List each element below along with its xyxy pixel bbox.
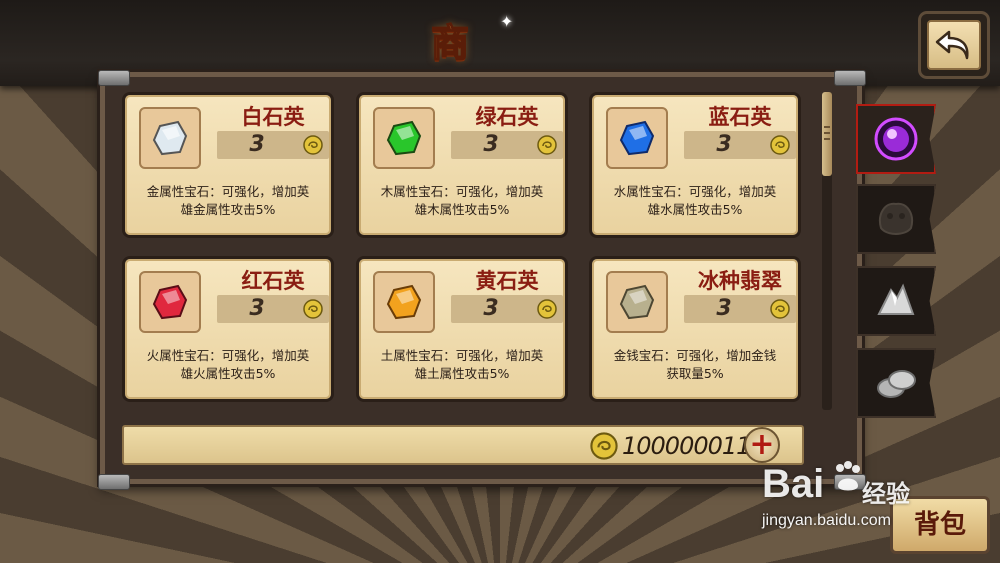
back-arrow-icon bbox=[935, 30, 969, 60]
green-quartz-gem-icon bbox=[386, 120, 422, 156]
item-name: 绿石英 bbox=[475, 105, 539, 129]
gem-icon-box bbox=[606, 271, 668, 333]
shop-item-card[interactable]: 黄石英 3 土属性宝石：可强化，增加英 雄土属性攻击5% bbox=[356, 256, 568, 402]
watermark-logo-suffix: 经验 bbox=[862, 480, 910, 508]
item-price: 3 bbox=[249, 296, 265, 321]
watermark: Bai 经验 jingyan.baidu.com bbox=[762, 450, 922, 550]
ice-jade-gem-icon bbox=[619, 284, 655, 320]
item-name: 蓝石英 bbox=[708, 105, 772, 129]
yellow-quartz-gem-icon bbox=[386, 284, 422, 320]
coin-icon bbox=[770, 135, 790, 155]
panel-bolt bbox=[98, 70, 130, 86]
item-description-line: 获取量5% bbox=[666, 366, 724, 381]
coin-icon bbox=[537, 299, 557, 319]
item-description-line: 雄火属性攻击5% bbox=[180, 366, 276, 381]
back-button[interactable] bbox=[921, 14, 987, 76]
item-description: 金钱宝石：可强化，增加金钱 获取量5% bbox=[602, 347, 788, 383]
item-name: 冰种翡翠 bbox=[698, 269, 782, 293]
gem-icon-box bbox=[139, 271, 201, 333]
coin-icon bbox=[303, 135, 323, 155]
price-bar: 3 bbox=[451, 295, 563, 323]
item-name: 白石英 bbox=[241, 105, 305, 129]
item-description-line: 火属性宝石：可强化，增加英 bbox=[146, 348, 310, 363]
shop-item-card[interactable]: 绿石英 3 木属性宝石：可强化，增加英 雄木属性攻击5% bbox=[356, 92, 568, 238]
item-name: 红石英 bbox=[241, 269, 305, 293]
scrollbar[interactable] bbox=[822, 92, 832, 410]
shop-item-card[interactable]: 红石英 3 火属性宝石：可强化，增加英 雄火属性攻击5% bbox=[122, 256, 334, 402]
item-description-line: 雄水属性攻击5% bbox=[647, 202, 743, 217]
gem-icon-box bbox=[139, 107, 201, 169]
panel-bolt bbox=[834, 70, 866, 86]
tab-coins[interactable] bbox=[856, 348, 936, 418]
item-description: 水属性宝石：可强化，增加英 雄水属性攻击5% bbox=[602, 183, 788, 219]
item-description: 土属性宝石：可强化，增加英 雄土属性攻击5% bbox=[369, 347, 555, 383]
item-description-line: 土属性宝石：可强化，增加英 bbox=[380, 348, 544, 363]
item-name: 黄石英 bbox=[475, 269, 539, 293]
coins-icon bbox=[877, 370, 916, 398]
item-description-line: 水属性宝石：可强化，增加英 bbox=[613, 184, 777, 199]
scroll-thumb[interactable] bbox=[822, 92, 832, 176]
shop-item-card[interactable]: 冰种翡翠 3 金钱宝石：可强化，增加金钱 获取量5% bbox=[589, 256, 801, 402]
tab-crystals[interactable] bbox=[856, 266, 936, 336]
coin-icon bbox=[537, 135, 557, 155]
price-bar: 3 bbox=[217, 295, 329, 323]
coin-icon bbox=[303, 299, 323, 319]
item-description: 木属性宝石：可强化，增加英 雄木属性攻击5% bbox=[369, 183, 555, 219]
item-description: 火属性宝石：可强化，增加英 雄火属性攻击5% bbox=[135, 347, 321, 383]
gem-icon-box bbox=[606, 107, 668, 169]
monster-icon bbox=[879, 202, 913, 235]
shop-item-card[interactable]: 蓝石英 3 水属性宝石：可强化，增加英 雄水属性攻击5% bbox=[589, 92, 801, 238]
item-description-line: 雄木属性攻击5% bbox=[414, 202, 510, 217]
item-price: 3 bbox=[716, 132, 732, 157]
price-bar: 3 bbox=[684, 131, 796, 159]
item-description-line: 金钱宝石：可强化，增加金钱 bbox=[613, 348, 777, 363]
coin-icon bbox=[770, 299, 790, 319]
currency-bar: 1000000116 bbox=[122, 425, 804, 465]
item-description-line: 雄金属性攻击5% bbox=[180, 202, 276, 217]
gem-icon-box bbox=[373, 271, 435, 333]
item-price: 3 bbox=[249, 132, 265, 157]
blue-quartz-gem-icon bbox=[619, 120, 655, 156]
sparkle-icon: ✦ bbox=[500, 12, 514, 31]
gold-balance: 1000000116 bbox=[622, 432, 766, 460]
price-bar: 3 bbox=[451, 131, 563, 159]
red-quartz-gem-icon bbox=[152, 284, 188, 320]
crystal-pile-icon bbox=[877, 283, 915, 315]
purple-orb-icon bbox=[874, 117, 918, 161]
price-bar: 3 bbox=[684, 295, 796, 323]
item-description-line: 雄土属性攻击5% bbox=[414, 366, 510, 381]
coin-icon bbox=[590, 432, 618, 460]
item-price: 3 bbox=[483, 296, 499, 321]
white-quartz-gem-icon bbox=[152, 120, 188, 156]
item-price: 3 bbox=[716, 296, 732, 321]
item-description-line: 木属性宝石：可强化，增加英 bbox=[380, 184, 544, 199]
watermark-logo: Bai bbox=[762, 462, 825, 506]
item-price: 3 bbox=[483, 132, 499, 157]
watermark-url: jingyan.baidu.com bbox=[762, 512, 891, 529]
paw-icon bbox=[836, 461, 860, 491]
tab-monsters[interactable] bbox=[856, 184, 936, 254]
item-description: 金属性宝石：可强化，增加英 雄金属性攻击5% bbox=[135, 183, 321, 219]
item-description-line: 金属性宝石：可强化，增加英 bbox=[146, 184, 310, 199]
shop-item-card[interactable]: 白石英 3 金属性宝石：可强化，增加英 雄金属性攻击5% bbox=[122, 92, 334, 238]
panel-bolt bbox=[98, 474, 130, 490]
price-bar: 3 bbox=[217, 131, 329, 159]
tab-gems[interactable] bbox=[856, 104, 936, 174]
gem-icon-box bbox=[373, 107, 435, 169]
